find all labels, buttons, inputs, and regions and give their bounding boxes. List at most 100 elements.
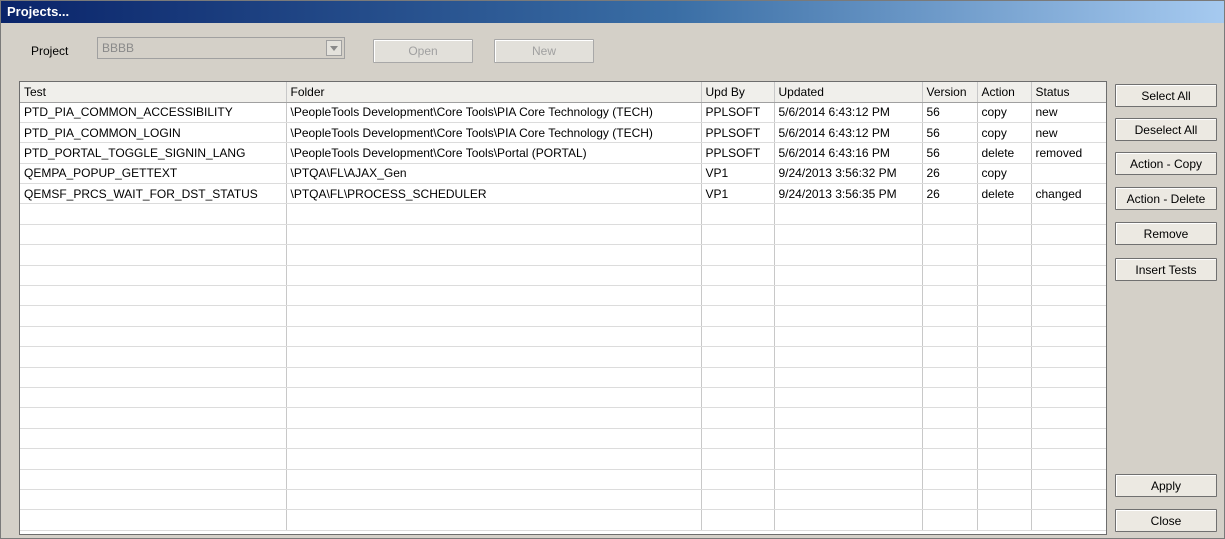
- empty-table-row[interactable]: [20, 448, 1106, 470]
- table-cell: [286, 387, 702, 409]
- table-cell: [701, 285, 775, 307]
- empty-table-row[interactable]: [20, 244, 1106, 266]
- empty-table-row[interactable]: [20, 469, 1106, 490]
- table-cell: [922, 509, 978, 531]
- table-cell: [701, 224, 775, 246]
- table-cell: 5/6/2014 6:43:12 PM: [774, 102, 923, 123]
- tests-table-body: PTD_PIA_COMMON_ACCESSIBILITY \PeopleTools…: [20, 102, 1106, 531]
- action-delete-button[interactable]: Action - Delete: [1115, 187, 1217, 210]
- table-cell: [774, 203, 923, 225]
- table-cell: [977, 428, 1032, 450]
- empty-table-row[interactable]: [20, 387, 1106, 409]
- empty-table-row[interactable]: [20, 265, 1106, 287]
- table-cell: [922, 448, 978, 470]
- empty-table-row[interactable]: [20, 346, 1106, 368]
- table-cell: [286, 285, 702, 307]
- apply-button[interactable]: Apply: [1115, 474, 1217, 497]
- table-cell: [774, 469, 923, 490]
- table-cell: 56: [922, 102, 978, 123]
- column-header-action[interactable]: Action: [977, 82, 1032, 103]
- table-cell: PPLSOFT: [701, 102, 775, 123]
- table-cell: [977, 407, 1032, 429]
- table-cell: 9/24/2013 3:56:35 PM: [774, 183, 923, 205]
- table-cell: [774, 244, 923, 266]
- close-button[interactable]: Close: [1115, 509, 1217, 532]
- table-cell: [20, 387, 287, 409]
- table-cell: [286, 509, 702, 531]
- table-cell: [286, 469, 702, 490]
- table-cell: [286, 346, 702, 368]
- empty-table-row[interactable]: [20, 285, 1106, 307]
- empty-table-row[interactable]: [20, 489, 1106, 511]
- table-cell: [1031, 469, 1106, 490]
- table-row[interactable]: QEMSF_PRCS_WAIT_FOR_DST_STATUS \PTQA\FL\P…: [20, 183, 1106, 205]
- table-cell: [922, 387, 978, 409]
- table-cell: [1031, 387, 1106, 409]
- window-title: Projects...: [1, 1, 1224, 23]
- table-cell: [774, 326, 923, 348]
- table-row[interactable]: PTD_PIA_COMMON_LOGIN \PeopleTools Develop…: [20, 122, 1106, 144]
- column-header-status[interactable]: Status: [1031, 82, 1106, 103]
- select-all-button[interactable]: Select All: [1115, 84, 1217, 107]
- table-cell: [1031, 448, 1106, 470]
- table-cell: [20, 489, 287, 511]
- column-header-folder[interactable]: Folder: [286, 82, 702, 103]
- remove-button[interactable]: Remove: [1115, 222, 1217, 245]
- empty-table-row[interactable]: [20, 428, 1106, 450]
- table-cell: \PTQA\FL\AJAX_Gen: [286, 163, 702, 185]
- chevron-down-icon[interactable]: [326, 40, 342, 56]
- column-header-version[interactable]: Version: [922, 82, 978, 103]
- table-cell: [977, 265, 1032, 287]
- table-cell: 5/6/2014 6:43:12 PM: [774, 122, 923, 144]
- empty-table-row[interactable]: [20, 305, 1106, 327]
- column-header-upd-by[interactable]: Upd By: [701, 82, 775, 103]
- table-cell: [286, 244, 702, 266]
- project-combo-value: BBBB: [102, 41, 135, 55]
- column-header-updated[interactable]: Updated: [774, 82, 923, 103]
- table-cell: [977, 285, 1032, 307]
- empty-table-row[interactable]: [20, 224, 1106, 246]
- table-cell: [774, 448, 923, 470]
- empty-table-row[interactable]: [20, 326, 1106, 348]
- table-cell: [922, 367, 978, 388]
- table-cell: [774, 367, 923, 388]
- new-button[interactable]: New: [494, 39, 594, 63]
- table-row[interactable]: PTD_PORTAL_TOGGLE_SIGNIN_LANG \PeopleTool…: [20, 142, 1106, 164]
- table-cell: [20, 469, 287, 490]
- table-cell: [977, 224, 1032, 246]
- table-cell: [20, 367, 287, 388]
- table-cell: 9/24/2013 3:56:32 PM: [774, 163, 923, 185]
- table-cell: [701, 346, 775, 368]
- table-row[interactable]: QEMPA_POPUP_GETTEXT \PTQA\FL\AJAX_Gen VP1 9…: [20, 163, 1106, 185]
- action-copy-button[interactable]: Action - Copy: [1115, 152, 1217, 175]
- table-cell: [922, 346, 978, 368]
- table-cell: \PTQA\FL\PROCESS_SCHEDULER: [286, 183, 702, 205]
- column-header-test[interactable]: Test: [20, 82, 287, 103]
- table-cell: [1031, 224, 1106, 246]
- table-cell: [774, 509, 923, 531]
- project-combo[interactable]: BBBB: [97, 37, 345, 59]
- table-cell: [701, 326, 775, 348]
- table-cell: QEMSF_PRCS_WAIT_FOR_DST_STATUS: [20, 183, 287, 205]
- table-cell: [774, 224, 923, 246]
- projects-window: Projects... Project BBBB Open New Test F…: [0, 0, 1225, 539]
- table-cell: [286, 448, 702, 470]
- table-cell: [20, 428, 287, 450]
- table-cell: QEMPA_POPUP_GETTEXT: [20, 163, 287, 185]
- table-cell: [1031, 265, 1106, 287]
- table-cell: PPLSOFT: [701, 122, 775, 144]
- table-cell: [922, 285, 978, 307]
- open-button[interactable]: Open: [373, 39, 473, 63]
- table-cell: [286, 407, 702, 429]
- table-row[interactable]: PTD_PIA_COMMON_ACCESSIBILITY \PeopleTools…: [20, 102, 1106, 123]
- table-cell: [1031, 509, 1106, 531]
- empty-table-row[interactable]: [20, 509, 1106, 531]
- table-cell: PTD_PORTAL_TOGGLE_SIGNIN_LANG: [20, 142, 287, 164]
- table-cell: [701, 489, 775, 511]
- empty-table-row[interactable]: [20, 367, 1106, 388]
- insert-tests-button[interactable]: Insert Tests: [1115, 258, 1217, 281]
- empty-table-row[interactable]: [20, 203, 1106, 225]
- table-cell: [977, 305, 1032, 327]
- deselect-all-button[interactable]: Deselect All: [1115, 118, 1217, 141]
- empty-table-row[interactable]: [20, 407, 1106, 429]
